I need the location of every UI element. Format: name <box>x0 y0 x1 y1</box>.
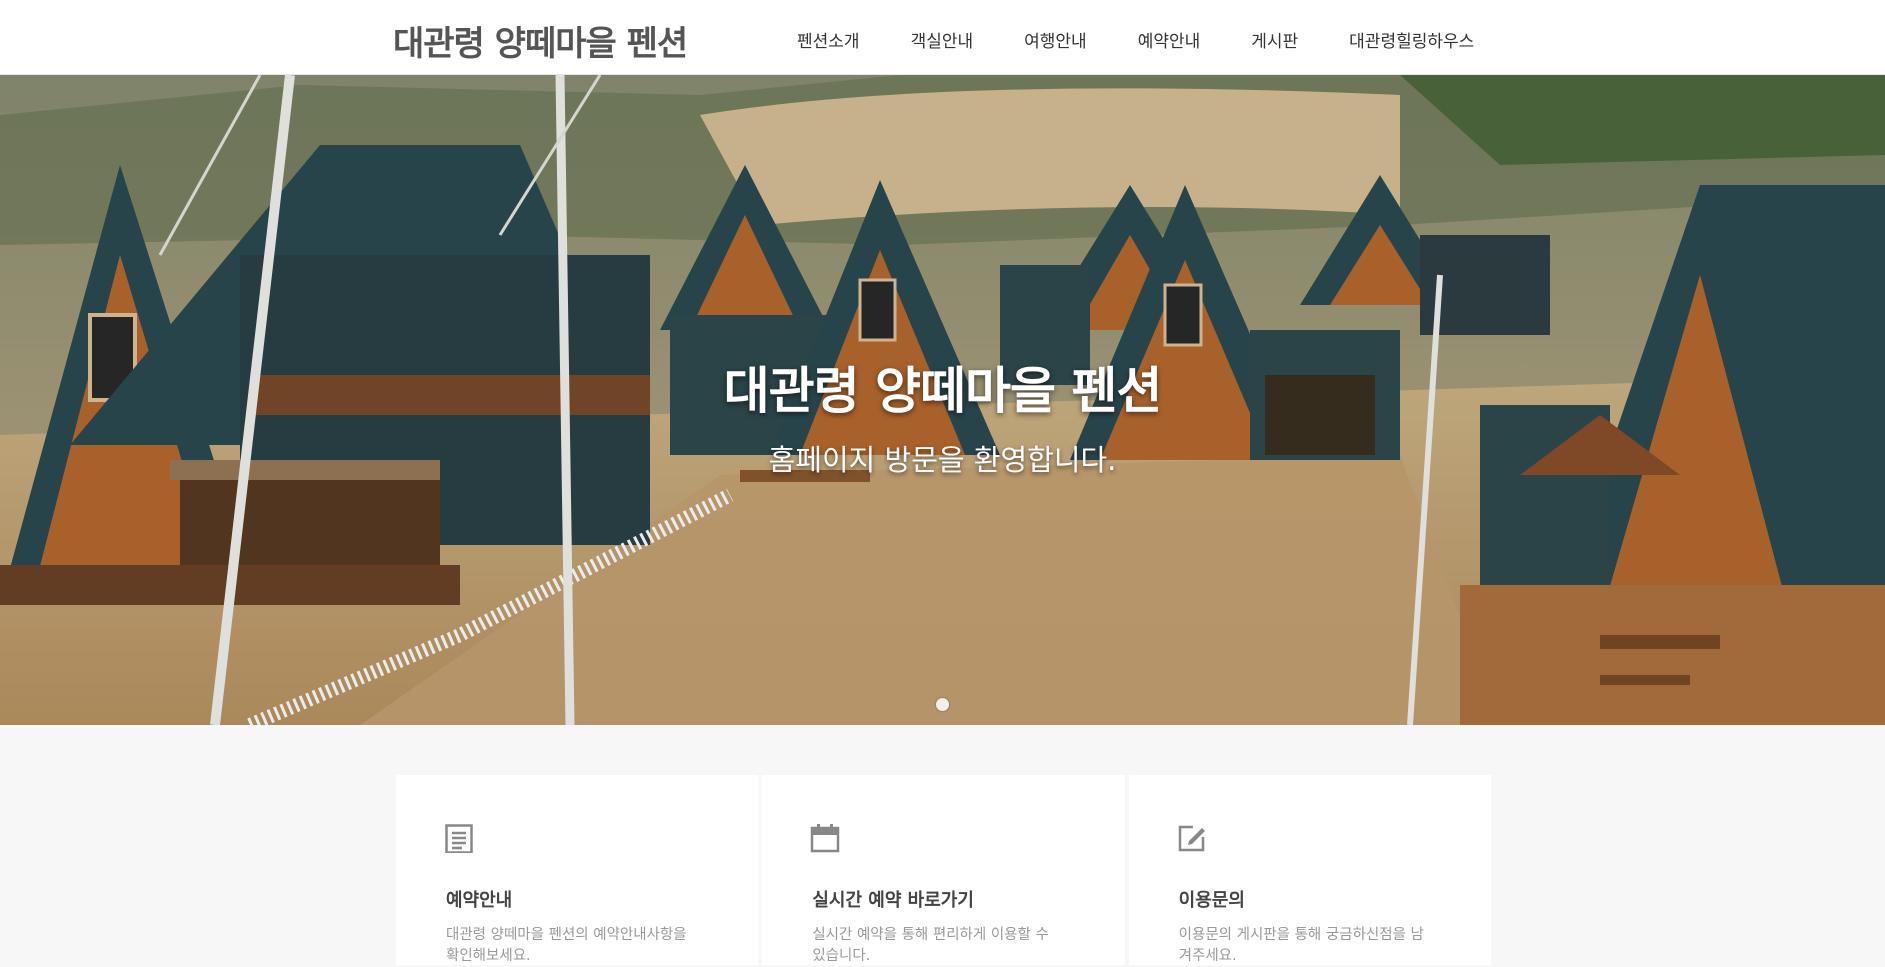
site-logo[interactable]: 대관령 양떼마을 펜션 <box>393 16 688 65</box>
nav-item-rooms[interactable]: 객실안내 <box>911 27 974 52</box>
nav-item-reservation[interactable]: 예약안내 <box>1138 27 1201 52</box>
slider-dot[interactable] <box>936 698 949 711</box>
document-icon <box>445 824 473 853</box>
card-reservation-info[interactable]: 예약안내 대관령 양떼마을 펜션의 예약안내사항을 확인해보세요. <box>396 775 759 965</box>
nav-item-travel[interactable]: 여행안내 <box>1024 27 1087 52</box>
calendar-icon <box>811 824 840 853</box>
nav-item-board[interactable]: 게시판 <box>1251 27 1298 52</box>
quick-links: 예약안내 대관령 양떼마을 펜션의 예약안내사항을 확인해보세요. 실시간 예약… <box>396 775 1491 965</box>
edit-icon <box>1178 825 1205 852</box>
card-title: 예약안내 <box>446 890 513 911</box>
card-realtime-booking[interactable]: 실시간 예약 바로가기 실시간 예약을 통해 편리하게 이용할 수 있습니다. <box>762 775 1125 965</box>
hero-subtitle: 홈페이지 방문을 환영합니다. <box>768 443 1117 477</box>
nav-item-pension-intro[interactable]: 펜션소개 <box>797 27 860 52</box>
slider-dots <box>0 698 1885 711</box>
card-title: 실시간 예약 바로가기 <box>812 890 974 911</box>
hero-title: 대관령 양떼마을 펜션 <box>723 362 1163 420</box>
card-title: 이용문의 <box>1178 890 1245 911</box>
nav-item-healing-house[interactable]: 대관령힐링하우스 <box>1349 27 1474 52</box>
site-header: 대관령 양떼마을 펜션 펜션소개 객실안내 여행안내 예약안내 게시판 대관령힐… <box>0 0 1885 75</box>
card-description: 대관령 양떼마을 펜션의 예약안내사항을 확인해보세요. <box>446 927 687 964</box>
card-description: 실시간 예약을 통해 편리하게 이용할 수 있습니다. <box>812 927 1049 964</box>
card-description: 이용문의 게시판을 통해 궁금하신점을 남겨주세요. <box>1178 927 1424 964</box>
main-nav: 펜션소개 객실안내 여행안내 예약안내 게시판 대관령힐링하우스 <box>797 27 1474 52</box>
card-inquiry[interactable]: 이용문의 이용문의 게시판을 통해 궁금하신점을 남겨주세요. <box>1128 775 1491 965</box>
hero-slider: 대관령 양떼마을 펜션 홈페이지 방문을 환영합니다. <box>0 75 1885 725</box>
